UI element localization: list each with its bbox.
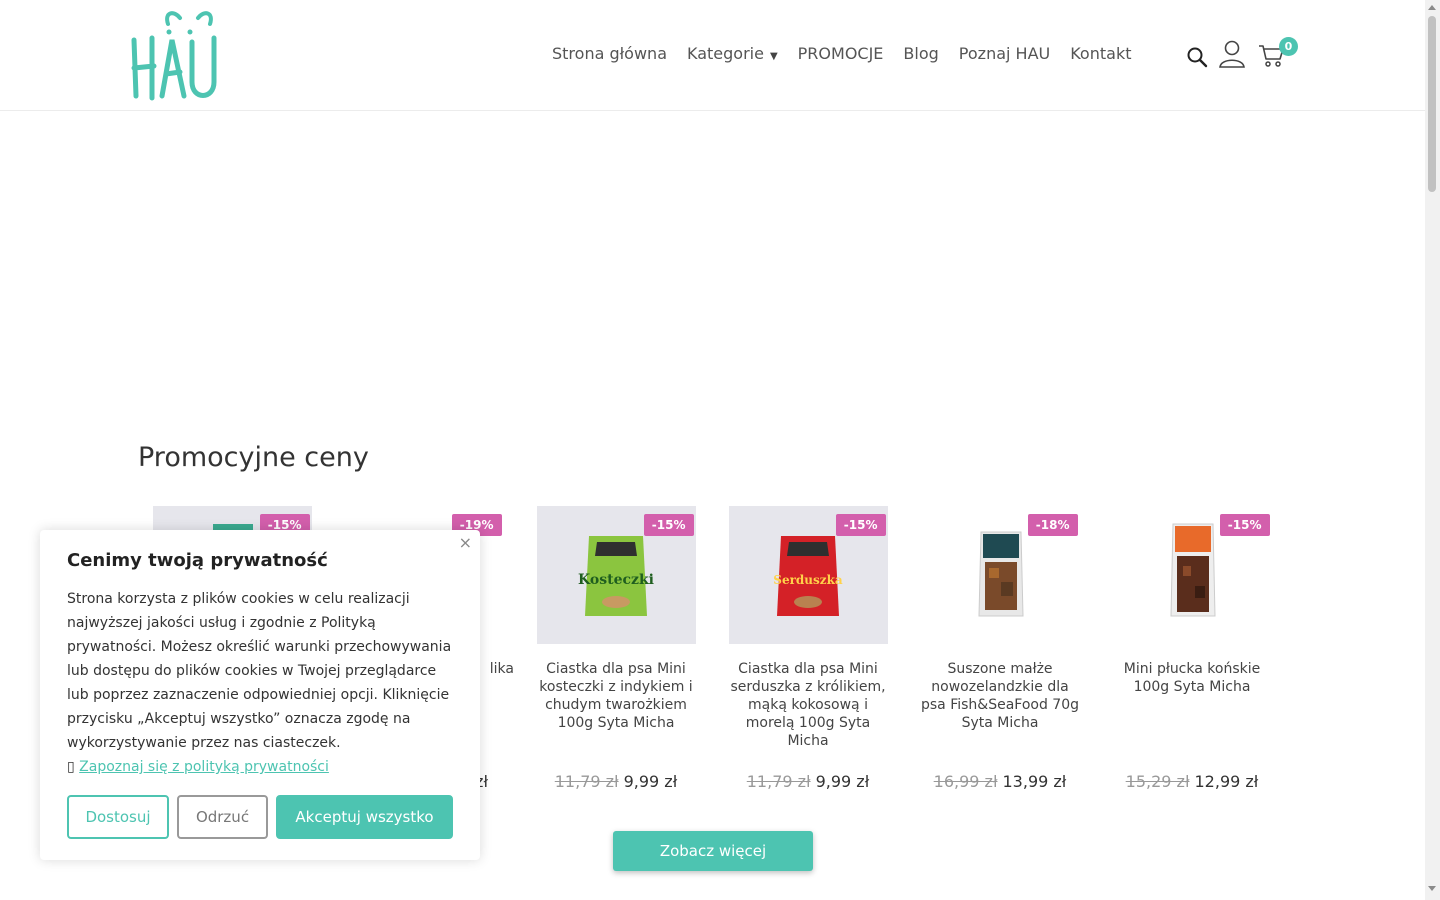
cart-count-badge: 0 (1279, 37, 1298, 56)
discount-badge: -15% (1219, 514, 1270, 536)
svg-text:Serduszka: Serduszka (773, 573, 843, 587)
product-card[interactable]: Serduszka -15% Ciastka dla psa Mini serd… (718, 506, 898, 791)
site-header: Strona główna Kategorie ▼ PROMOCJE Blog P… (0, 0, 1425, 111)
nav-item-contact[interactable]: Kontakt (1070, 44, 1131, 67)
scroll-up-arrow[interactable] (1428, 5, 1436, 10)
product-name[interactable]: Ciastka dla psa Mini kosteczki z indykie… (526, 660, 706, 760)
close-icon[interactable]: × (459, 533, 472, 552)
product-prices: 11,79 zł 9,99 zł (718, 772, 898, 791)
discount-badge: -18% (1027, 514, 1078, 536)
nav-item-promotions[interactable]: PROMOCJE (798, 44, 884, 67)
new-price: 9,99 zł (623, 772, 678, 791)
svg-text:Kosteczki: Kosteczki (578, 572, 654, 588)
user-icon[interactable] (1219, 40, 1245, 72)
cookie-consent-dialog: × Cenimy twoją prywatność Strona korzyst… (40, 530, 480, 860)
privacy-policy-link[interactable]: Zapoznaj się z polityką prywatności (79, 759, 329, 775)
hau-logo-graphic (131, 11, 217, 101)
page-scrollbar[interactable] (1425, 0, 1440, 900)
product-prices: 16,99 zł 13,99 zł (910, 772, 1090, 791)
product-prices: 11,79 zł 9,99 zł (526, 772, 706, 791)
chevron-down-icon: ▼ (769, 51, 778, 62)
main-nav: Strona główna Kategorie ▼ PROMOCJE Blog P… (552, 44, 1151, 67)
privacy-policy-row: ▯ Zapoznaj się z polityką prywatności (67, 755, 329, 779)
product-card[interactable]: -15% Mini płucka końskie 100g Syta Micha… (1102, 506, 1282, 791)
product-name[interactable]: Ciastka dla psa Mini serduszka z króliki… (718, 660, 898, 760)
link-icon: ▯ (67, 759, 75, 775)
product-name[interactable]: Mini płucka końskie 100g Syta Micha (1102, 660, 1282, 760)
product-image[interactable]: -15% (1112, 506, 1272, 644)
nav-item-home[interactable]: Strona główna (552, 44, 667, 67)
old-price: 11,79 zł (554, 772, 619, 791)
old-price: 11,79 zł (746, 772, 811, 791)
scroll-thumb[interactable] (1428, 16, 1436, 192)
old-price: 15,29 zł (1125, 772, 1190, 791)
hau-logo[interactable] (128, 10, 238, 102)
nav-item-about[interactable]: Poznaj HAU (959, 44, 1050, 67)
new-price: 13,99 zł (1002, 772, 1067, 791)
old-price: 16,99 zł (933, 772, 998, 791)
discount-badge: -15% (835, 514, 886, 536)
product-image[interactable]: Serduszka -15% (728, 506, 888, 644)
cookie-title: Cenimy twoją prywatność (67, 550, 328, 571)
product-card[interactable]: -18% Suszone małże nowozelandzkie dla ps… (910, 506, 1090, 791)
product-card[interactable]: Kosteczki -15% Ciastka dla psa Mini kost… (526, 506, 706, 791)
nav-item-categories[interactable]: Kategorie ▼ (687, 44, 778, 67)
see-more-button[interactable]: Zobacz więcej (613, 831, 813, 871)
scroll-down-arrow[interactable] (1428, 886, 1436, 891)
search-icon[interactable] (1186, 46, 1208, 72)
nav-item-categories-label: Kategorie (687, 44, 764, 63)
product-prices: 15,29 zł 12,99 zł (1102, 772, 1282, 791)
new-price: 12,99 zł (1194, 772, 1259, 791)
customize-button[interactable]: Dostosuj (67, 795, 169, 839)
reject-button[interactable]: Odrzuć (177, 795, 268, 839)
new-price: 9,99 zł (815, 772, 870, 791)
product-image[interactable]: Kosteczki -15% (536, 506, 696, 644)
discount-badge: -15% (643, 514, 694, 536)
accept-all-button[interactable]: Akceptuj wszystko (276, 795, 453, 839)
cookie-text: Strona korzysta z plików cookies w celu … (67, 591, 452, 751)
nav-item-blog[interactable]: Blog (903, 44, 938, 67)
product-image[interactable]: -18% (920, 506, 1080, 644)
section-title: Promocyjne ceny (138, 442, 369, 473)
product-name[interactable]: Suszone małże nowozelandzkie dla psa Fis… (910, 660, 1090, 760)
